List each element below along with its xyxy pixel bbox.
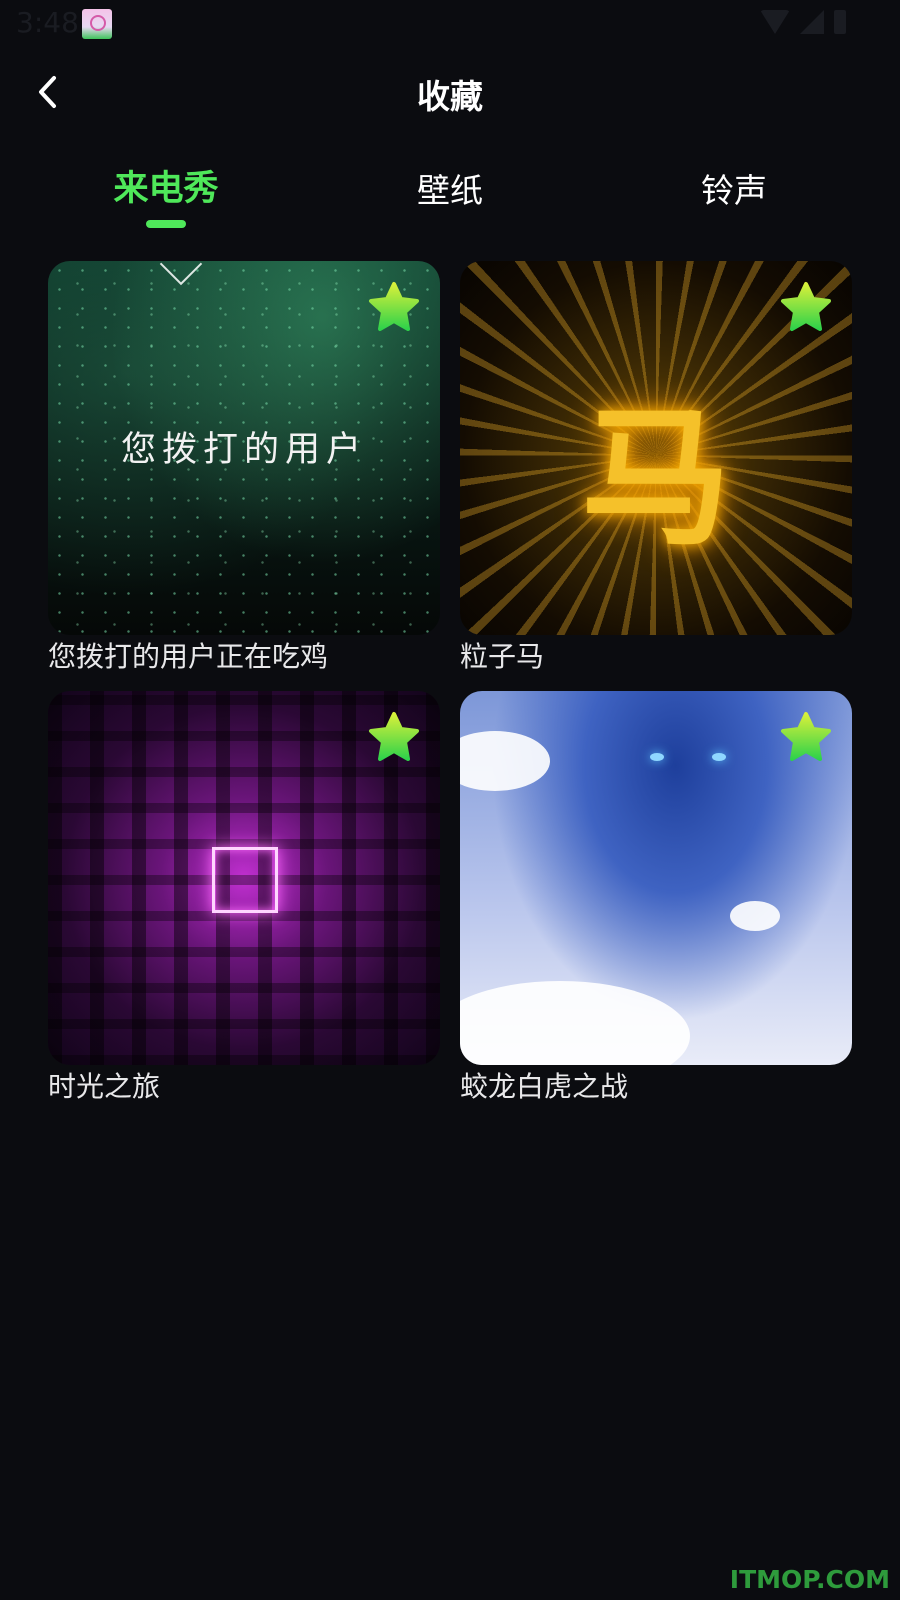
signal-icon <box>800 10 824 34</box>
status-bar: 3:48 <box>0 0 900 48</box>
thumbnail-glyph: 马 <box>580 392 731 566</box>
wifi-icon <box>760 10 790 34</box>
card-thumbnail[interactable] <box>48 691 440 1065</box>
star-icon[interactable] <box>368 711 420 763</box>
status-icons <box>760 10 846 34</box>
tab-caller-show[interactable]: 来电秀 <box>66 160 266 211</box>
star-icon[interactable] <box>368 281 420 333</box>
card-title: 您拨打的用户正在吃鸡 <box>48 640 329 673</box>
cloud-decoration <box>460 981 690 1065</box>
battery-icon <box>834 10 846 34</box>
favorite-card[interactable]: 时光之旅 <box>48 691 440 1107</box>
card-title: 蛟龙白虎之战 <box>460 1070 629 1103</box>
star-icon[interactable] <box>780 281 832 333</box>
favorite-card[interactable]: 马 粒子马 <box>460 261 852 677</box>
card-thumbnail[interactable]: 马 <box>460 261 852 635</box>
neon-square-decoration <box>212 847 278 913</box>
status-time: 3:48 <box>16 6 79 39</box>
tab-active-indicator <box>146 220 186 228</box>
cloud-decoration <box>460 731 550 791</box>
card-title: 粒子马 <box>460 640 545 673</box>
cloud-decoration <box>730 901 780 931</box>
app-icon <box>82 9 112 39</box>
card-thumbnail[interactable] <box>460 691 852 1065</box>
page-title: 收藏 <box>417 77 483 116</box>
watermark: ITMOP.COM <box>729 1565 890 1594</box>
star-icon[interactable] <box>780 711 832 763</box>
tab-wallpaper[interactable]: 壁纸 <box>350 164 550 212</box>
favorite-card[interactable]: 您拨打的用户 您拨打的用户正在吃鸡 <box>48 261 440 677</box>
tab-ringtone[interactable]: 铃声 <box>634 164 834 212</box>
card-thumbnail[interactable]: 您拨打的用户 <box>48 261 440 635</box>
header: 收藏 <box>0 60 900 124</box>
tab-bar: 来电秀 壁纸 铃声 <box>0 160 900 230</box>
dragon-eye-decoration <box>712 753 726 761</box>
card-title: 时光之旅 <box>48 1070 161 1103</box>
favorite-card[interactable]: 蛟龙白虎之战 <box>460 691 852 1107</box>
thumbnail-text: 您拨打的用户 <box>120 430 367 470</box>
dragon-eye-decoration <box>650 753 664 761</box>
